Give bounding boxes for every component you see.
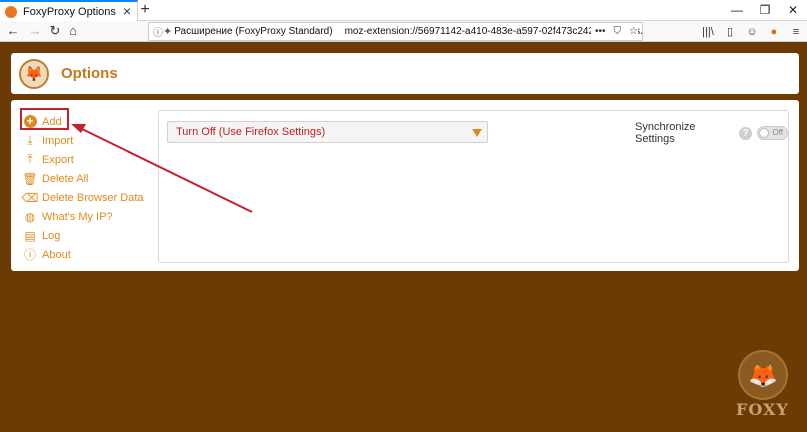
toolbar-right: |||\ ▯ ☺ ● ≡ xyxy=(697,22,807,41)
menu-item-export[interactable]: ⤒ Export xyxy=(23,150,144,169)
menu-item-delete-browser-data[interactable]: ⌫ Delete Browser Data xyxy=(21,188,144,207)
foxyproxy-toolbar-icon[interactable]: ● xyxy=(763,23,785,41)
main-panel: + Add ⤓ Import ⤒ Export 🗑 Delete All ⌫ D… xyxy=(11,100,799,271)
file-icon: ▤ xyxy=(24,228,36,243)
reload-icon[interactable]: ↻ xyxy=(46,22,64,40)
menu-item-label: About xyxy=(42,248,71,261)
extension-name: Расширение (FoxyProxy Standard) xyxy=(174,26,333,37)
library-icon[interactable]: |||\ xyxy=(697,23,719,41)
info-icon: ⓘ xyxy=(23,248,36,262)
pocket-icon[interactable]: ⛉ xyxy=(614,26,622,37)
help-icon[interactable]: ? xyxy=(739,126,752,140)
tab-title: FoxyProxy Options xyxy=(23,5,116,18)
sync-settings: Synchronize Settings ? Off xyxy=(635,121,788,145)
dropdown-arrow-icon xyxy=(472,129,482,137)
watermark-text: FOXY xyxy=(736,400,789,419)
close-window-icon[interactable]: ✕ xyxy=(779,0,807,21)
maximize-icon[interactable]: ❐ xyxy=(751,0,779,21)
sidebar-menu: + Add ⤓ Import ⤒ Export 🗑 Delete All ⌫ D… xyxy=(21,112,144,264)
annotation-highlight-box xyxy=(20,108,69,130)
forward-icon[interactable]: → xyxy=(26,22,44,40)
download-icon: ⤓ xyxy=(27,133,33,147)
new-tab-button[interactable]: + xyxy=(138,0,152,21)
eraser-icon: ⌫ xyxy=(21,190,39,205)
proxy-mode-value: Turn Off (Use Firefox Settings) xyxy=(176,126,326,138)
info-icon[interactable]: ⓘ xyxy=(153,24,163,39)
menu-item-whats-my-ip[interactable]: ◍ What's My IP? xyxy=(23,207,144,226)
sync-label: Synchronize Settings xyxy=(635,121,696,145)
sidebar-icon[interactable]: ▯ xyxy=(719,23,741,41)
menu-item-log[interactable]: ▤ Log xyxy=(23,226,144,245)
menu-item-label: Log xyxy=(42,229,61,242)
foxyproxy-tab-icon xyxy=(5,5,17,18)
menu-item-label: Delete All xyxy=(42,172,89,185)
sync-toggle[interactable]: Off xyxy=(756,126,788,140)
minimize-icon[interactable]: — xyxy=(723,0,751,21)
url-actions: ••• ⛉ ☆ xyxy=(591,23,638,40)
menu-item-label: Export xyxy=(42,153,74,166)
upload-icon: ⤒ xyxy=(27,152,33,166)
url-bar[interactable]: ⓘ ✦ Расширение (FoxyProxy Standard) moz-… xyxy=(148,22,643,41)
puzzle-icon: ✦ xyxy=(163,26,173,38)
window-controls: — ❐ ✕ xyxy=(723,0,807,21)
close-tab-icon[interactable]: × xyxy=(123,3,131,19)
menu-item-label: What's My IP? xyxy=(42,210,113,223)
foxy-watermark: 🦊 FOXY xyxy=(728,350,803,430)
page-actions-icon[interactable]: ••• xyxy=(595,26,606,37)
menu-item-about[interactable]: ⓘ About xyxy=(23,245,144,264)
menu-item-delete-all[interactable]: 🗑 Delete All xyxy=(22,169,144,188)
menu-item-import[interactable]: ⤓ Import xyxy=(23,131,144,150)
bookmark-star-icon[interactable]: ☆ xyxy=(629,26,638,37)
proxy-content: Turn Off (Use Firefox Settings) Synchron… xyxy=(158,110,789,263)
fox-watermark-icon: 🦊 xyxy=(738,350,788,400)
trash-icon: 🗑 xyxy=(22,171,38,186)
menu-icon[interactable]: ≡ xyxy=(785,23,807,41)
proxy-mode-select[interactable]: Turn Off (Use Firefox Settings) xyxy=(167,121,488,143)
page-title: Options xyxy=(61,65,118,82)
toggle-state: Off xyxy=(772,128,783,137)
menu-item-label: Import xyxy=(42,134,74,147)
home-icon[interactable]: ⌂ xyxy=(64,22,82,40)
navigation-bar: ← → ↻ ⌂ ⓘ ✦ Расширение (FoxyProxy Standa… xyxy=(0,21,807,42)
globe-icon: ◍ xyxy=(24,209,36,224)
back-icon[interactable]: ← xyxy=(4,22,22,40)
account-icon[interactable]: ☺ xyxy=(741,23,763,41)
foxyproxy-logo: 🦊 xyxy=(19,58,49,89)
title-bar: FoxyProxy Options × + — ❐ ✕ xyxy=(0,0,807,21)
browser-tab[interactable]: FoxyProxy Options × xyxy=(0,0,138,21)
toggle-knob xyxy=(758,128,769,138)
menu-item-label: Delete Browser Data xyxy=(42,191,144,204)
options-header: 🦊 Options xyxy=(11,53,799,94)
